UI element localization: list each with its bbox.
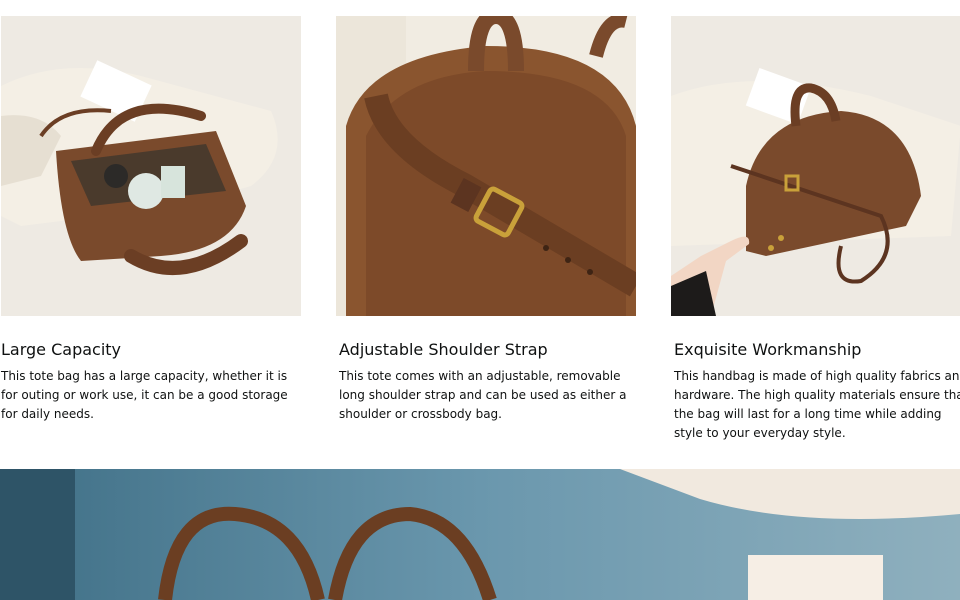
open-tote-bag-photo [1,16,301,316]
feature-title: Exquisite Workmanship [674,340,862,359]
handles-and-lamp-photo [0,469,960,600]
feature-image-workmanship [671,16,960,316]
feature-image-shoulder-strap [336,16,636,316]
strap-closeup-photo [336,16,636,316]
feature-description: This tote bag has a large capacity, whet… [1,369,288,421]
handbag-in-hand-photo [671,16,960,316]
feature-description: This tote comes with an adjustable, remo… [339,369,627,421]
lifestyle-banner-image [0,469,960,600]
feature-image-large-capacity [1,16,301,316]
feature-title: Large Capacity [1,340,122,359]
feature-description: This handbag is made of high quality fab… [674,369,960,440]
feature-title: Adjustable Shoulder Strap [339,340,548,359]
